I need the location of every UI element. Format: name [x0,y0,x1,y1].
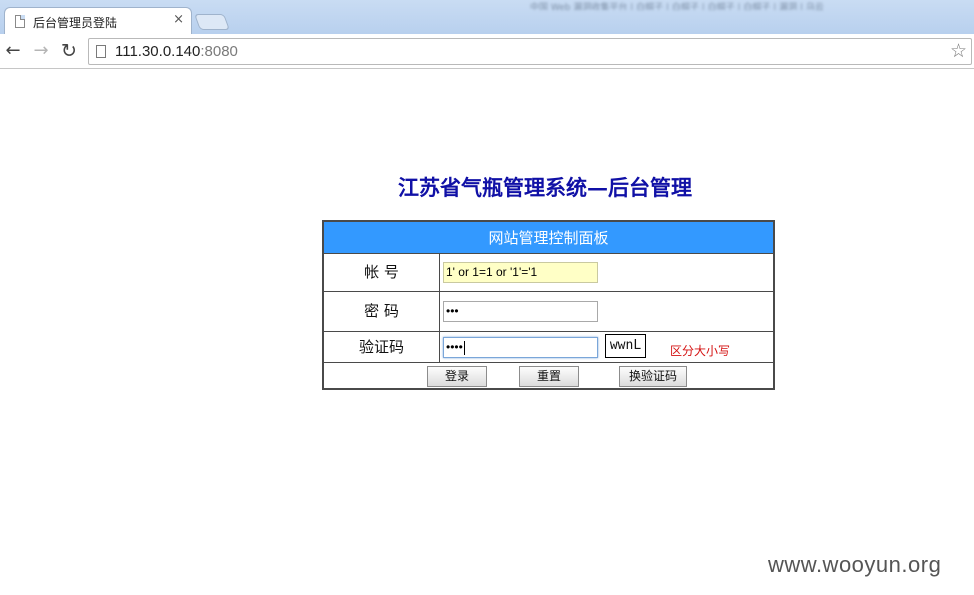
back-arrow-icon[interactable]: ← [2,40,24,62]
captcha-image[interactable]: wwnL [605,334,646,358]
captcha-input-value: •••• [446,340,463,354]
reload-icon[interactable]: ↻ [58,40,80,62]
browser-tab[interactable]: 后台管理员登陆 × [4,7,192,35]
browser-chrome: 后台管理员登陆 × 中国 Web 漏洞收集平台 | 白帽子 | 白帽子 | 白帽… [0,0,974,69]
account-row: 帐 号 1' or 1=1 or '1'='1 [324,254,773,292]
case-sensitive-note: 区分大小写 [670,344,731,358]
captcha-row: 验证码 •••• wwnL 区分大小写 [324,332,773,363]
url-host: 111.30.0.140 [115,43,201,60]
page-favicon-icon [15,15,25,28]
tab-title: 后台管理员登陆 [33,16,118,30]
text-caret [463,340,465,355]
captcha-label: 验证码 [324,332,440,362]
url-port: :8080 [200,43,238,60]
login-button[interactable]: 登录 [427,366,487,387]
forward-arrow-icon[interactable]: → [30,40,52,62]
page-title: 江苏省气瓶管理系统—后台管理 [398,175,692,200]
page-icon [96,45,106,58]
account-label: 帐 号 [324,254,440,291]
watermark: www.wooyun.org [768,552,942,577]
address-bar[interactable]: 111.30.0.140:8080 ☆ [88,38,972,65]
login-panel: 网站管理控制面板 帐 号 1' or 1=1 or '1'='1 密 码 •••… [322,220,775,390]
captcha-input[interactable]: •••• [443,337,598,358]
password-row: 密 码 ••• [324,292,773,332]
close-icon[interactable]: × [173,12,184,27]
panel-header: 网站管理控制面板 [324,222,773,254]
change-captcha-button[interactable]: 换验证码 [619,366,687,387]
tab-strip: 后台管理员登陆 × 中国 Web 漏洞收集平台 | 白帽子 | 白帽子 | 白帽… [0,0,974,35]
account-input[interactable]: 1' or 1=1 or '1'='1 [443,262,598,283]
new-tab-button[interactable] [194,14,230,30]
password-label: 密 码 [324,292,440,331]
reset-button[interactable]: 重置 [519,366,579,387]
button-row: 登录 重置 换验证码 [324,363,773,388]
url-text[interactable]: 111.30.0.140:8080 [115,43,238,60]
password-input[interactable]: ••• [443,301,598,322]
bookmark-star-icon[interactable]: ☆ [950,40,967,62]
blurred-watermark-text: 中国 Web 漏洞收集平台 | 白帽子 | 白帽子 | 白帽子 | 白帽子 | … [530,3,824,10]
browser-toolbar: ← → ↻ 111.30.0.140:8080 ☆ [0,34,974,69]
